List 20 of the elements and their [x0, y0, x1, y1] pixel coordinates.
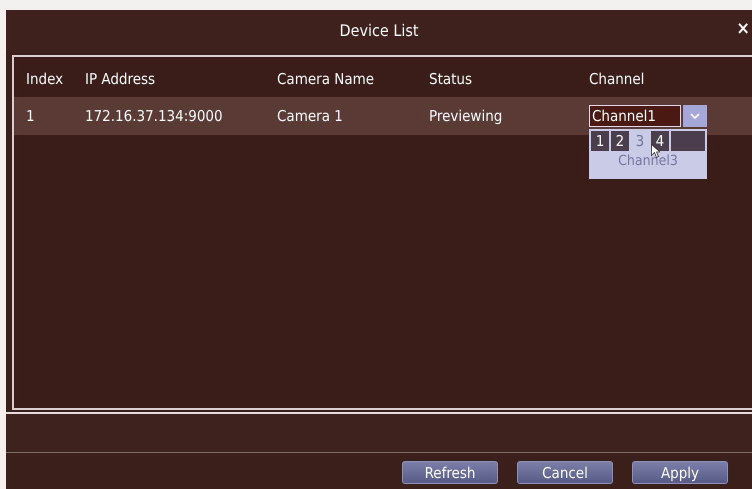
column-header: IP Address: [85, 70, 156, 88]
table-cell-text: 1: [26, 107, 36, 125]
close-button[interactable]: ×: [736, 19, 750, 39]
table-cell-text: Camera 1: [277, 107, 344, 125]
table-cell-text: 172.16.37.134:9000: [85, 107, 224, 125]
dropdown-button[interactable]: [683, 105, 707, 127]
channel-option[interactable]: 4: [650, 131, 669, 151]
column-header: Status: [429, 70, 474, 88]
column-header: Channel: [589, 70, 646, 88]
column-header: Index: [26, 70, 64, 88]
chevron-down-icon: [690, 112, 700, 120]
dialog-button[interactable]: Refresh: [402, 461, 498, 484]
dialog-button[interactable]: Apply: [632, 461, 728, 484]
column-header: Camera Name: [277, 70, 376, 88]
channel-hint: Channel3: [617, 153, 679, 169]
channel-option[interactable]: 2: [610, 131, 629, 151]
table-cell-text: Previewing: [429, 107, 504, 125]
dialog-button[interactable]: Cancel: [517, 461, 613, 484]
window-title: Device List: [340, 20, 418, 40]
channel-option[interactable]: 1: [591, 131, 609, 151]
